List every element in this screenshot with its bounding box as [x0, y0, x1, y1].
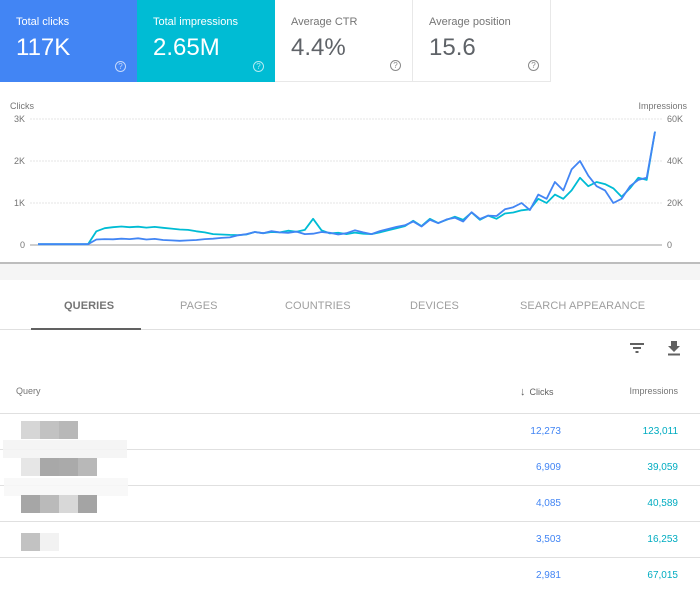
left-axis-title: Clicks [10, 101, 34, 111]
metric-card-total-impressions[interactable]: Total impressions 2.65M ? [137, 0, 275, 82]
help-circle-icon[interactable]: ? [115, 61, 126, 72]
redacted-query [21, 495, 97, 513]
column-header-impressions[interactable]: Impressions [629, 386, 678, 396]
tab-queries[interactable]: QUERIES [64, 300, 114, 312]
clicks-value: 4,085 [535, 498, 561, 509]
table-header: Query ↓ Clicks Impressions [0, 372, 700, 414]
metric-value: 15.6 [429, 34, 476, 61]
column-header-query[interactable]: Query [16, 386, 41, 396]
right-axis-tick: 60K [667, 114, 683, 124]
clicks-value: 3,503 [535, 534, 561, 545]
left-axis-tick: 1K [14, 198, 25, 208]
active-tab-indicator [31, 328, 141, 330]
metric-label: Total impressions [153, 16, 238, 28]
metric-card-total-clicks[interactable]: Total clicks 117K ? [0, 0, 137, 82]
right-axis-title: Impressions [638, 101, 687, 111]
redacted-query [21, 421, 78, 439]
series-line-impressions[interactable] [38, 131, 656, 246]
impressions-value: 40,589 [647, 498, 678, 509]
metric-value: 117K [16, 34, 71, 61]
metric-cards: Total clicks 117K ? Total impressions 2.… [0, 0, 551, 82]
download-icon[interactable] [666, 340, 682, 356]
left-axis-tick: 2K [14, 156, 25, 166]
help-circle-icon[interactable]: ? [253, 61, 264, 72]
impressions-value: 16,253 [647, 534, 678, 545]
tab-pages[interactable]: PAGES [180, 300, 218, 312]
performance-chart[interactable]: Clicks Impressions 0 1K 2K 3K 0 20K 40K 60K [0, 95, 700, 263]
clicks-value: 2,981 [535, 570, 561, 581]
table-row[interactable]: 2,981 67,015 [0, 558, 700, 594]
tab-search-appearance[interactable]: SEARCH APPEARANCE [520, 300, 645, 312]
impressions-value: 123,011 [642, 426, 678, 437]
chart-svg: Clicks Impressions 0 1K 2K 3K 0 20K 40K 60K [10, 101, 688, 250]
left-axis-tick: 0 [20, 240, 25, 250]
impressions-value: 67,015 [647, 570, 678, 581]
metric-label: Total clicks [16, 16, 70, 28]
help-circle-icon[interactable]: ? [390, 60, 401, 71]
tab-devices[interactable]: DEVICES [410, 300, 459, 312]
metric-value: 2.65M [153, 34, 220, 61]
help-circle-icon[interactable]: ? [528, 60, 539, 71]
clicks-value: 12,273 [530, 426, 561, 437]
section-divider-band [0, 264, 700, 280]
metric-label: Average position [429, 16, 511, 28]
column-header-clicks[interactable]: ↓ Clicks [520, 386, 554, 398]
metric-card-average-ctr[interactable]: Average CTR 4.4% ? [275, 0, 413, 82]
right-axis-tick: 40K [667, 156, 683, 166]
redacted-query [21, 458, 97, 476]
redacted-query [21, 533, 59, 551]
table-row[interactable]: 3,503 16,253 [0, 522, 700, 558]
tab-countries[interactable]: COUNTRIES [285, 300, 351, 312]
arrow-down-icon: ↓ [520, 386, 526, 398]
metric-label: Average CTR [291, 16, 358, 28]
dimension-tabs: QUERIES PAGES COUNTRIES DEVICES SEARCH A… [0, 282, 700, 330]
column-header-clicks-label: Clicks [529, 387, 554, 397]
clicks-value: 6,909 [535, 462, 561, 473]
filter-icon[interactable] [629, 340, 645, 356]
table-row[interactable]: 4,085 40,589 [0, 486, 700, 522]
right-axis-tick: 0 [667, 240, 672, 250]
metric-card-average-position[interactable]: Average position 15.6 ? [413, 0, 551, 82]
metric-value: 4.4% [291, 34, 346, 61]
impressions-value: 39,059 [647, 462, 678, 473]
left-axis-tick: 3K [14, 114, 25, 124]
right-axis-tick: 20K [667, 198, 683, 208]
